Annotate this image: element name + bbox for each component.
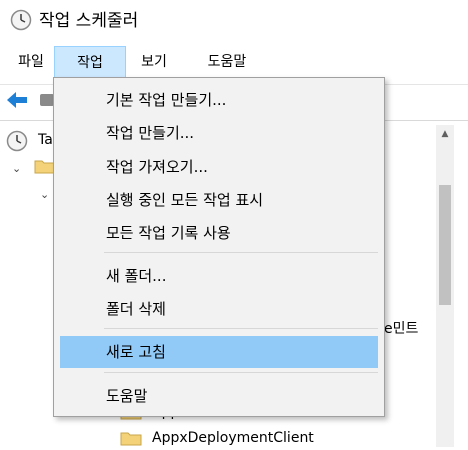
- menu-item-create-task[interactable]: 작업 만들기...: [60, 117, 378, 149]
- menu-item-help[interactable]: 도움말: [60, 380, 378, 412]
- menu-item-import-task[interactable]: 작업 가져오기...: [60, 151, 378, 183]
- title-bar: 작업 스케줄러: [0, 0, 468, 44]
- tree-root-label: Ta: [38, 132, 53, 148]
- menu-item-new-folder[interactable]: 새 폴더...: [60, 260, 378, 292]
- clock-icon: [10, 9, 32, 31]
- back-arrow-icon[interactable]: [6, 91, 28, 109]
- menu-file[interactable]: 파일: [8, 46, 54, 78]
- scroll-thumb[interactable]: [439, 185, 451, 305]
- menu-bar: 파일 작업 보기 도움말: [0, 46, 468, 78]
- scroll-up-icon[interactable]: ▲: [436, 125, 454, 143]
- tree-item-label: AppxDeploymentClient: [152, 430, 314, 446]
- menu-item-delete-folder[interactable]: 폴더 삭제: [60, 293, 378, 325]
- menu-item-refresh[interactable]: 새로 고침: [60, 336, 378, 368]
- menu-item-enable-history[interactable]: 모든 작업 기록 사용: [60, 217, 378, 249]
- clock-icon: [6, 130, 28, 152]
- menu-help[interactable]: 도움말: [192, 46, 262, 78]
- menu-item-show-running-tasks[interactable]: 실행 중인 모든 작업 표시: [60, 184, 378, 216]
- menu-separator: [104, 372, 378, 373]
- action-menu-dropdown: 기본 작업 만들기... 작업 만들기... 작업 가져오기... 실행 중인 …: [53, 77, 385, 417]
- menu-separator: [104, 328, 378, 329]
- right-pane-text: e민트: [384, 321, 419, 337]
- menu-action[interactable]: 작업: [54, 46, 126, 78]
- menu-item-create-basic-task[interactable]: 기본 작업 만들기...: [60, 84, 378, 116]
- vertical-scrollbar[interactable]: ▲: [436, 125, 454, 447]
- window-title: 작업 스케줄러: [39, 11, 139, 31]
- menu-view[interactable]: 보기: [132, 46, 176, 78]
- chevron-down-icon[interactable]: ⌄: [12, 162, 21, 175]
- menu-separator: [104, 252, 378, 253]
- console-tree-icon[interactable]: [40, 94, 54, 106]
- folder-icon: [120, 432, 142, 446]
- chevron-down-icon[interactable]: ⌄: [40, 188, 49, 201]
